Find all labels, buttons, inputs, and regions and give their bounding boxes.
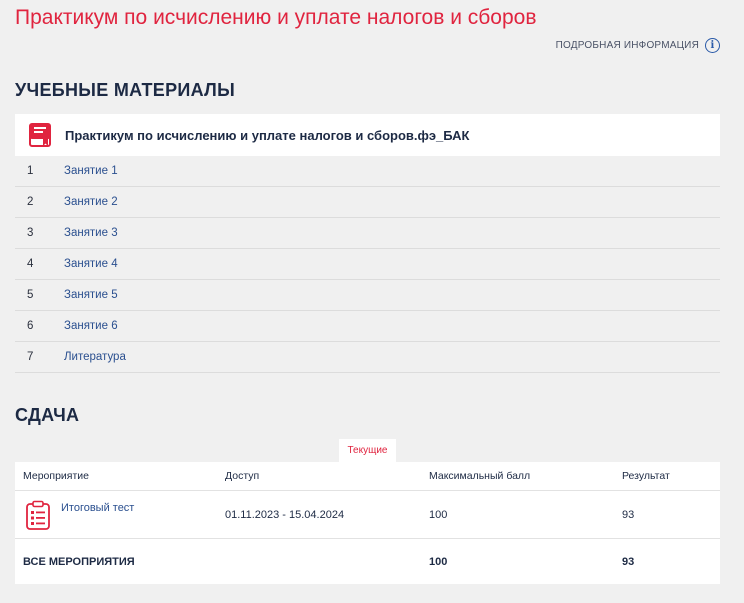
material-card[interactable]: Практикум по исчислению и уплате налогов…	[15, 114, 720, 156]
exam-table: Мероприятие Доступ Максимальный балл Рез…	[15, 462, 720, 584]
lesson-row[interactable]: 6 Занятие 6	[15, 311, 720, 342]
access-cell: 01.11.2023 - 15.04.2024	[225, 508, 345, 521]
lesson-number: 5	[27, 289, 34, 301]
lesson-link[interactable]: Занятие 3	[64, 227, 118, 239]
result-cell: 93	[622, 508, 635, 521]
more-info-label: ПОДРОБНАЯ ИНФОРМАЦИЯ	[555, 40, 699, 51]
lesson-number: 3	[27, 227, 34, 239]
column-header-event: Мероприятие	[23, 470, 89, 482]
column-header-max-score: Максимальный балл	[429, 470, 531, 482]
lesson-link[interactable]: Занятие 2	[64, 196, 118, 208]
max-score-cell: 100	[429, 508, 448, 521]
lesson-row[interactable]: 4 Занятие 4	[15, 249, 720, 280]
test-link[interactable]: Итоговый тест	[61, 502, 134, 514]
lesson-link[interactable]: Занятие 1	[64, 165, 118, 177]
tab-current[interactable]: Текущие	[339, 439, 396, 462]
materials-heading: УЧЕБНЫЕ МАТЕРИАЛЫ	[15, 80, 236, 100]
exam-heading: СДАЧА	[15, 405, 80, 425]
page-title: Практикум по исчислению и уплате налогов…	[15, 6, 537, 29]
event-cell: Итоговый тест	[15, 500, 225, 530]
column-header-result: Результат	[622, 470, 670, 482]
total-row: ВСЕ МЕРОПРИЯТИЯ 100 93	[15, 539, 720, 584]
lesson-number: 4	[27, 258, 34, 270]
lesson-row[interactable]: 3 Занятие 3	[15, 218, 720, 249]
material-title[interactable]: Практикум по исчислению и уплате налогов…	[65, 128, 469, 143]
lesson-row[interactable]: 5 Занятие 5	[15, 280, 720, 311]
lesson-row[interactable]: 2 Занятие 2	[15, 187, 720, 218]
lesson-number: 1	[27, 165, 34, 177]
lesson-number: 6	[27, 320, 34, 332]
table-row[interactable]: Итоговый тест 01.11.2023 - 15.04.2024 10…	[15, 491, 720, 539]
book-icon	[29, 123, 51, 147]
lesson-number: 2	[27, 196, 34, 208]
lesson-link[interactable]: Занятие 6	[64, 320, 118, 332]
column-header-access: Доступ	[225, 470, 260, 482]
lesson-number: 7	[27, 351, 34, 363]
lesson-list: 1 Занятие 1 2 Занятие 2 3 Занятие 3 4 За…	[15, 156, 720, 373]
info-icon[interactable]: i	[705, 38, 720, 53]
more-info-link[interactable]: ПОДРОБНАЯ ИНФОРМАЦИЯ i	[556, 38, 720, 53]
total-label: ВСЕ МЕРОПРИЯТИЯ	[23, 555, 135, 568]
clipboard-test-icon	[26, 500, 50, 530]
total-result: 93	[622, 555, 635, 568]
lesson-row[interactable]: 1 Занятие 1	[15, 156, 720, 187]
lesson-link[interactable]: Литература	[64, 351, 126, 363]
lesson-link[interactable]: Занятие 5	[64, 289, 118, 301]
total-max-score: 100	[429, 555, 448, 568]
lesson-link[interactable]: Занятие 4	[64, 258, 118, 270]
lesson-row[interactable]: 7 Литература	[15, 342, 720, 373]
exam-table-header: Мероприятие Доступ Максимальный балл Рез…	[15, 462, 720, 491]
